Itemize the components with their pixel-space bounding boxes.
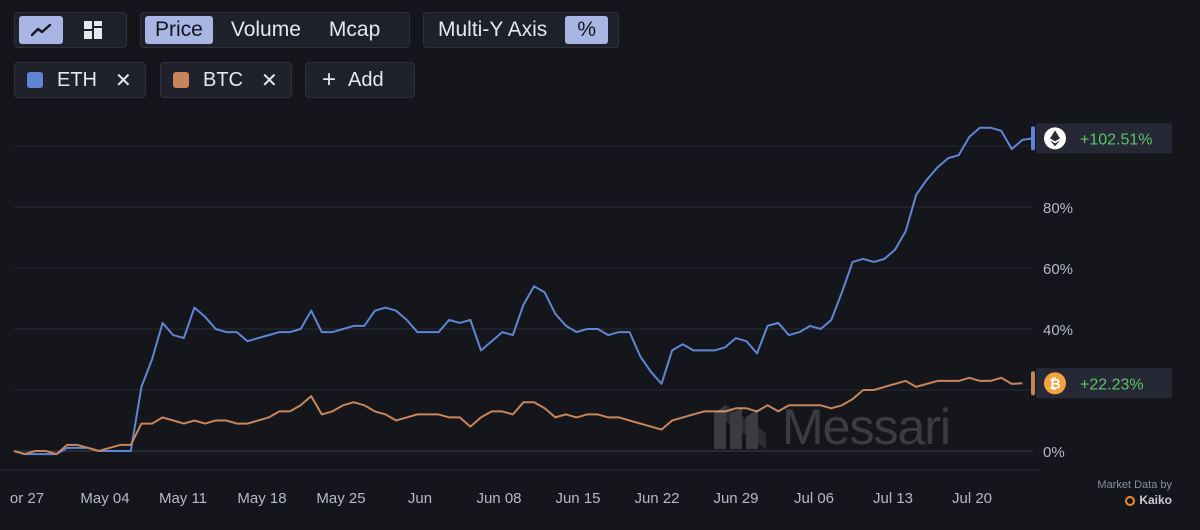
x-tick-label: Jul 13 [873,490,913,507]
price-chart: 0% 40% 60% 80% or 27 May 04 May 11 May 18 May 25… [0,123,1172,507]
badge-marker [1031,371,1035,396]
bitcoin-glyph: ₿ [1049,375,1060,391]
series-line-eth [13,126,1034,456]
x-tick-label: May 04 [80,490,129,507]
market-data-attribution: Market Data by Kaiko [1097,478,1172,508]
x-tick-label: May 11 [159,490,207,507]
kaiko-logo[interactable]: Kaiko [1097,493,1172,508]
attribution-line: Market Data by [1097,479,1172,491]
badge-marker [1031,126,1035,151]
end-badge-btc: ₿ +22.23% [1031,368,1172,399]
end-badge-eth: +102.51% [1031,123,1172,154]
badge-value: +22.23% [1080,376,1144,393]
kaiko-label: Kaiko [1139,493,1172,507]
badge-value: +102.51% [1080,131,1153,148]
y-tick-label: 40% [1043,322,1073,339]
series-line-btc [13,376,1023,456]
x-tick-label: Jul 06 [794,490,834,507]
x-tick-label: Jul 20 [952,490,992,507]
x-tick-label: May 18 [237,490,286,507]
x-tick-label: or 27 [10,490,44,507]
x-tick-label: Jun 29 [713,490,758,507]
x-tick-label: Jun 22 [634,490,679,507]
x-tick-label: Jun [408,490,432,507]
y-tick-label: 60% [1043,261,1073,278]
x-tick-label: May 25 [316,490,365,507]
x-tick-label: Jun 15 [555,490,600,507]
kaiko-icon [1125,495,1136,506]
y-tick-label: 80% [1043,200,1073,217]
x-tick-label: Jun 08 [476,490,521,507]
y-tick-label: 0% [1043,444,1065,461]
